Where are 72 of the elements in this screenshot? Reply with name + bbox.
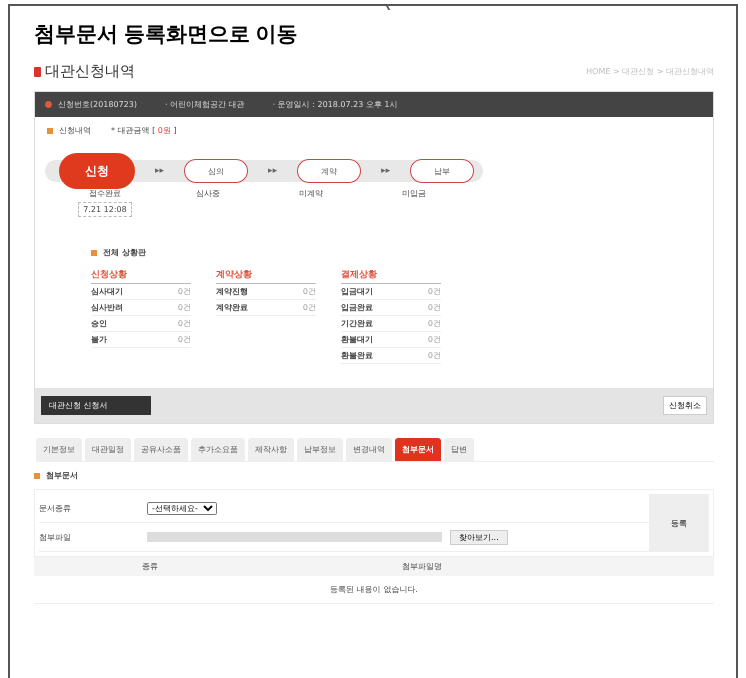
section-icon bbox=[91, 250, 97, 256]
section-icon bbox=[34, 472, 40, 478]
heading: 첨부문서 등록화면으로 이동 bbox=[34, 22, 299, 48]
bullet-icon bbox=[45, 101, 52, 108]
info-text: 신청번호(20180723) bbox=[58, 99, 137, 110]
status-count: 0건 bbox=[178, 302, 191, 313]
status-count: 0건 bbox=[178, 334, 191, 345]
application-form-button[interactable]: 대관신청 신청서 bbox=[41, 396, 151, 415]
info-text: · 운영일시 : 2018.07.23 오후 1시 bbox=[272, 99, 398, 110]
field-label: 첨부파일 bbox=[39, 532, 72, 542]
step-date: 7.21 12:08 bbox=[78, 202, 132, 217]
title-marker-icon bbox=[34, 66, 41, 76]
page-title: 대관신청내역 bbox=[45, 62, 135, 81]
status-name: 기간완료 bbox=[341, 318, 373, 329]
section-label: 신청내역 bbox=[59, 125, 91, 136]
group-title: 신청상황 bbox=[91, 268, 191, 284]
step-arrow: ▸▸ bbox=[268, 166, 278, 176]
section-title: 첨부문서 bbox=[46, 470, 78, 481]
empty-message: 등록된 내용이 없습니다. bbox=[330, 585, 418, 594]
status-name: 입금대기 bbox=[341, 286, 373, 297]
field-label: 문서종류 bbox=[39, 502, 72, 514]
amount-label: * 대관금액 [ 0원 ] bbox=[111, 125, 177, 136]
status-count: 0건 bbox=[178, 318, 191, 329]
group-title: 결제상황 bbox=[341, 268, 441, 284]
step-status: 미계약 bbox=[299, 188, 323, 199]
tab[interactable]: 기본정보 bbox=[36, 438, 82, 461]
register-button[interactable]: 등록 bbox=[649, 494, 709, 552]
browse-button[interactable]: 찾아보기... bbox=[450, 530, 508, 544]
tab[interactable]: 답변 bbox=[444, 438, 474, 461]
status-count: 0건 bbox=[302, 286, 316, 297]
status-count: 0건 bbox=[428, 318, 441, 329]
file-input-field[interactable] bbox=[147, 532, 442, 542]
section-icon bbox=[47, 128, 53, 134]
tab[interactable]: 납부정보 bbox=[297, 438, 343, 461]
step-pill: 신청 bbox=[59, 153, 135, 189]
board-title: 전체 상황판 bbox=[103, 247, 146, 258]
column-header: 종류 bbox=[142, 561, 158, 572]
status-name: 입금완료 bbox=[341, 302, 373, 313]
tab[interactable]: 첨부문서 bbox=[395, 438, 441, 461]
step-arrow: ▸▸ bbox=[155, 166, 164, 176]
tab[interactable]: 추가소요품 bbox=[191, 438, 245, 461]
status-count: 0건 bbox=[428, 334, 441, 345]
tab[interactable]: 제작사항 bbox=[248, 438, 294, 461]
info-text: · 어린이체험공간 대관 bbox=[164, 99, 245, 110]
status-count: 0건 bbox=[178, 286, 191, 297]
step-pill: 심의 bbox=[184, 159, 248, 183]
status-name: 심사대기 bbox=[91, 286, 123, 297]
column-header: 첨부파일명 bbox=[402, 561, 442, 572]
status-count: 0건 bbox=[428, 350, 441, 361]
step-status: 미입금 bbox=[402, 188, 426, 199]
step-pill: 계약 bbox=[297, 159, 362, 183]
status-name: 계약진행 bbox=[216, 286, 248, 297]
document-type-select[interactable]: -선택하세요- bbox=[147, 502, 217, 514]
status-name: 환불대기 bbox=[341, 334, 373, 345]
status-count: 0건 bbox=[428, 302, 441, 313]
tab[interactable]: 공유사소품 bbox=[134, 438, 188, 461]
status-name: 승인 bbox=[91, 318, 107, 329]
tab[interactable]: 대관일정 bbox=[85, 438, 131, 461]
cancel-button[interactable]: 신청취소 bbox=[663, 396, 707, 415]
status-count: 0건 bbox=[302, 302, 316, 313]
step-status: 접수완료 bbox=[89, 188, 121, 199]
step-arrow: ▸▸ bbox=[381, 166, 390, 176]
step-status: 심사중 bbox=[196, 188, 220, 199]
status-name: 계약완료 bbox=[216, 302, 248, 313]
status-name: 심사반려 bbox=[91, 302, 123, 313]
tab[interactable]: 변경내역 bbox=[346, 438, 392, 461]
status-name: 환불완료 bbox=[341, 350, 373, 361]
status-count: 0건 bbox=[428, 286, 441, 297]
breadcrumb: HOME > 대관신청 > 대관신청내역 bbox=[586, 66, 714, 77]
step-pill: 납부 bbox=[410, 159, 474, 183]
status-name: 불가 bbox=[91, 334, 107, 345]
group-title: 계약상황 bbox=[216, 268, 316, 284]
